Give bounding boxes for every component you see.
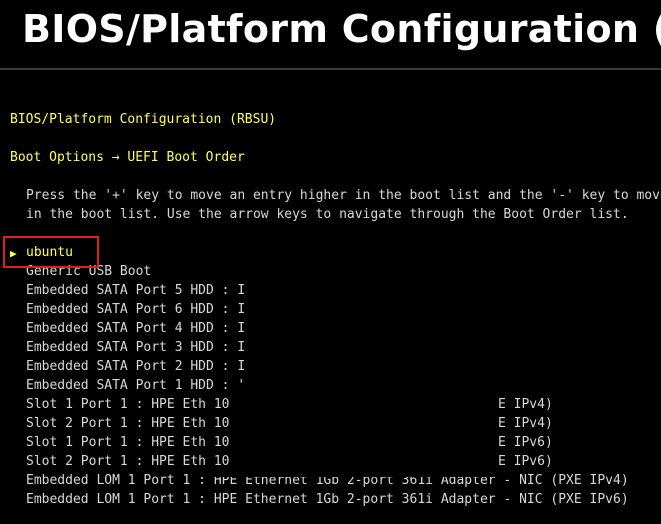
boot-entry-sata-port-6[interactable]: Embedded SATA Port 6 HDD : I bbox=[26, 300, 245, 319]
redaction-mask bbox=[200, 468, 500, 477]
bios-screen: BIOS/Platform Configuration (RBSU) Boot … bbox=[0, 70, 661, 524]
menu-title: BIOS/Platform Configuration (RBSU) bbox=[10, 112, 277, 127]
boot-entry-slot1-ipv4[interactable]: Slot 1 Port 1 : HPE Eth 10 bbox=[26, 395, 230, 414]
title-banner: BIOS/Platform Configuration (RBSU) bbox=[0, 0, 661, 68]
boot-entry-sata-port-4[interactable]: Embedded SATA Port 4 HDD : I bbox=[26, 319, 245, 338]
boot-entry-slot1-ipv6-suffix: E IPv6) bbox=[498, 435, 553, 450]
boot-entry-slot1-ipv6[interactable]: Slot 1 Port 1 : HPE Eth 10 bbox=[26, 433, 230, 452]
boot-entry-slot1-ipv4-suffix: E IPv4) bbox=[498, 397, 553, 412]
boot-entry-sata-port-2[interactable]: Embedded SATA Port 2 HDD : I bbox=[26, 357, 245, 376]
boot-entry-sata-port-5[interactable]: Embedded SATA Port 5 HDD : I bbox=[26, 281, 245, 300]
breadcrumb: Boot Options → UEFI Boot Order bbox=[10, 150, 245, 165]
boot-entry-slot2-ipv6-suffix: E IPv6) bbox=[498, 454, 553, 469]
boot-entry-slot2-ipv6[interactable]: Slot 2 Port 1 : HPE Eth 10 bbox=[26, 452, 230, 471]
help-text-line-2: in the boot list. Use the arrow keys to … bbox=[26, 207, 629, 222]
banner-title: BIOS/Platform Configuration (RBSU) bbox=[22, 7, 661, 51]
boot-entry-lom-ipv6[interactable]: Embedded LOM 1 Port 1 : HPE Ethernet 1Gb… bbox=[26, 490, 629, 509]
selection-highlight-box bbox=[3, 236, 99, 268]
boot-entry-slot2-ipv4[interactable]: Slot 2 Port 1 : HPE Eth 10 bbox=[26, 414, 230, 433]
boot-entry-slot2-ipv4-suffix: E IPv4) bbox=[498, 416, 553, 431]
boot-entry-sata-port-1[interactable]: Embedded SATA Port 1 HDD : ' bbox=[26, 376, 245, 395]
boot-entry-sata-port-3[interactable]: Embedded SATA Port 3 HDD : I bbox=[26, 338, 245, 357]
help-text-line-1: Press the '+' key to move an entry highe… bbox=[26, 188, 661, 203]
